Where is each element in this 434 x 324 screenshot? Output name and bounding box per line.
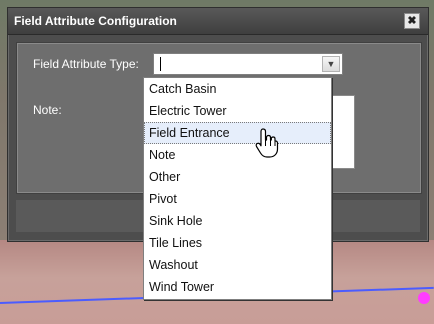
dropdown-option-electric-tower[interactable]: Electric Tower	[144, 100, 331, 122]
dropdown-option-field-entrance[interactable]: Field Entrance	[144, 122, 331, 144]
chevron-down-icon[interactable]: ▼	[322, 56, 340, 72]
text-caret	[160, 57, 161, 71]
field-attribute-type-select[interactable]: ▼	[153, 53, 343, 75]
map-vertex-marker[interactable]	[418, 292, 430, 304]
dropdown-option-sink-hole[interactable]: Sink Hole	[144, 210, 331, 232]
dropdown-option-washout[interactable]: Washout	[144, 254, 331, 276]
dialog-title: Field Attribute Configuration	[14, 14, 177, 28]
field-attribute-type-label: Field Attribute Type:	[33, 57, 139, 71]
dropdown-option-pivot[interactable]: Pivot	[144, 188, 331, 210]
close-button[interactable]: ✖	[404, 13, 420, 29]
dropdown-option-other[interactable]: Other	[144, 166, 331, 188]
hand-pointer-icon	[255, 128, 279, 158]
close-icon: ✖	[407, 14, 417, 27]
dropdown-option-catch-basin[interactable]: Catch Basin	[144, 78, 331, 100]
dropdown-option-tile-lines[interactable]: Tile Lines	[144, 232, 331, 254]
field-attribute-type-dropdown[interactable]: Catch Basin Electric Tower Field Entranc…	[143, 77, 332, 300]
dropdown-option-note[interactable]: Note	[144, 144, 331, 166]
dropdown-option-wind-tower[interactable]: Wind Tower	[144, 276, 331, 298]
dialog-titlebar[interactable]: Field Attribute Configuration ✖	[8, 8, 428, 35]
note-label: Note:	[33, 103, 62, 117]
